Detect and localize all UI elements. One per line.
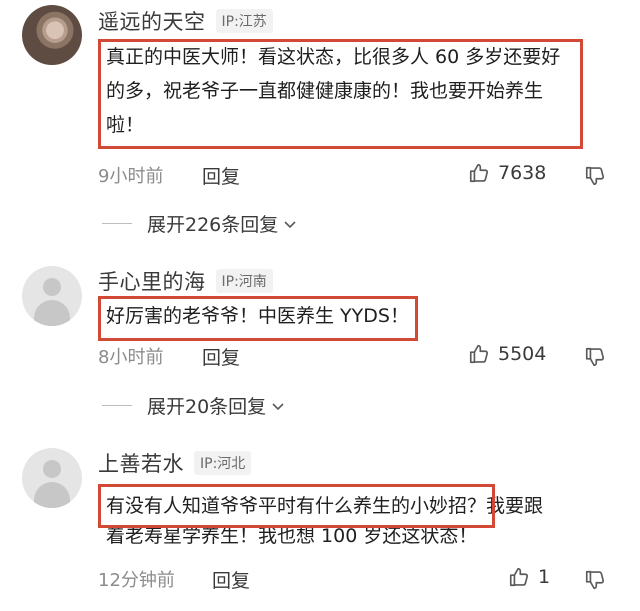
thumbs-down-icon[interactable] — [584, 346, 606, 368]
expand-replies-label: 展开20条回复 — [147, 396, 267, 418]
comment-text-line: 有没有人知道爷爷平时有什么养生的小妙招？我要跟 — [106, 495, 544, 517]
like-button[interactable]: 1 — [508, 566, 550, 588]
ip-location-badge: IP:河北 — [194, 451, 252, 475]
expand-replies-button[interactable]: 展开226条回复 — [102, 210, 298, 237]
chevron-down-icon — [282, 216, 298, 232]
thumbs-down-icon[interactable] — [584, 165, 606, 187]
like-button[interactable]: 7638 — [468, 162, 546, 184]
like-button[interactable]: 5504 — [468, 343, 546, 365]
thumbs-down-icon[interactable] — [584, 569, 606, 591]
comment-time: 9小时前 — [98, 166, 164, 187]
reply-button[interactable]: 回复 — [202, 343, 240, 370]
ip-location-badge: IP:河南 — [215, 269, 273, 293]
thumbs-up-icon — [468, 343, 490, 365]
comment-text-line: 真正的中医大师！看这状态，比很多人 60 多岁还要好 — [106, 46, 561, 68]
thumbs-up-icon — [468, 162, 490, 184]
chevron-down-icon — [270, 398, 286, 414]
username[interactable]: 遥远的天空 — [98, 6, 206, 36]
avatar[interactable] — [22, 448, 82, 508]
comment-text-line: 好厉害的老爷爷！中医养生 YYDS！ — [106, 305, 409, 327]
like-count: 1 — [538, 566, 551, 588]
username[interactable]: 上善若水 — [98, 448, 184, 478]
reply-button[interactable]: 回复 — [202, 162, 240, 189]
avatar[interactable] — [22, 266, 82, 326]
comment-time: 12分钟前 — [98, 570, 175, 591]
reply-button[interactable]: 回复 — [212, 566, 250, 593]
expand-replies-label: 展开226条回复 — [147, 214, 279, 236]
comment-text-line: 的多，祝老爷子一直都健健康康的！我也要开始养生 — [106, 80, 544, 102]
avatar[interactable] — [22, 5, 82, 65]
expand-replies-button[interactable]: 展开20条回复 — [102, 392, 286, 419]
ip-location-badge: IP:江苏 — [215, 9, 273, 33]
username[interactable]: 手心里的海 — [98, 266, 206, 296]
comment-time: 8小时前 — [98, 347, 164, 368]
thumbs-up-icon — [508, 566, 530, 588]
divider — [102, 405, 132, 406]
divider — [102, 223, 132, 224]
like-count: 5504 — [498, 343, 547, 365]
like-count: 7638 — [498, 162, 547, 184]
comment-text-line: 啦！ — [106, 114, 145, 136]
comment-text-line: 着老寿星学养生！我也想 100 岁还这状态！ — [106, 525, 478, 547]
